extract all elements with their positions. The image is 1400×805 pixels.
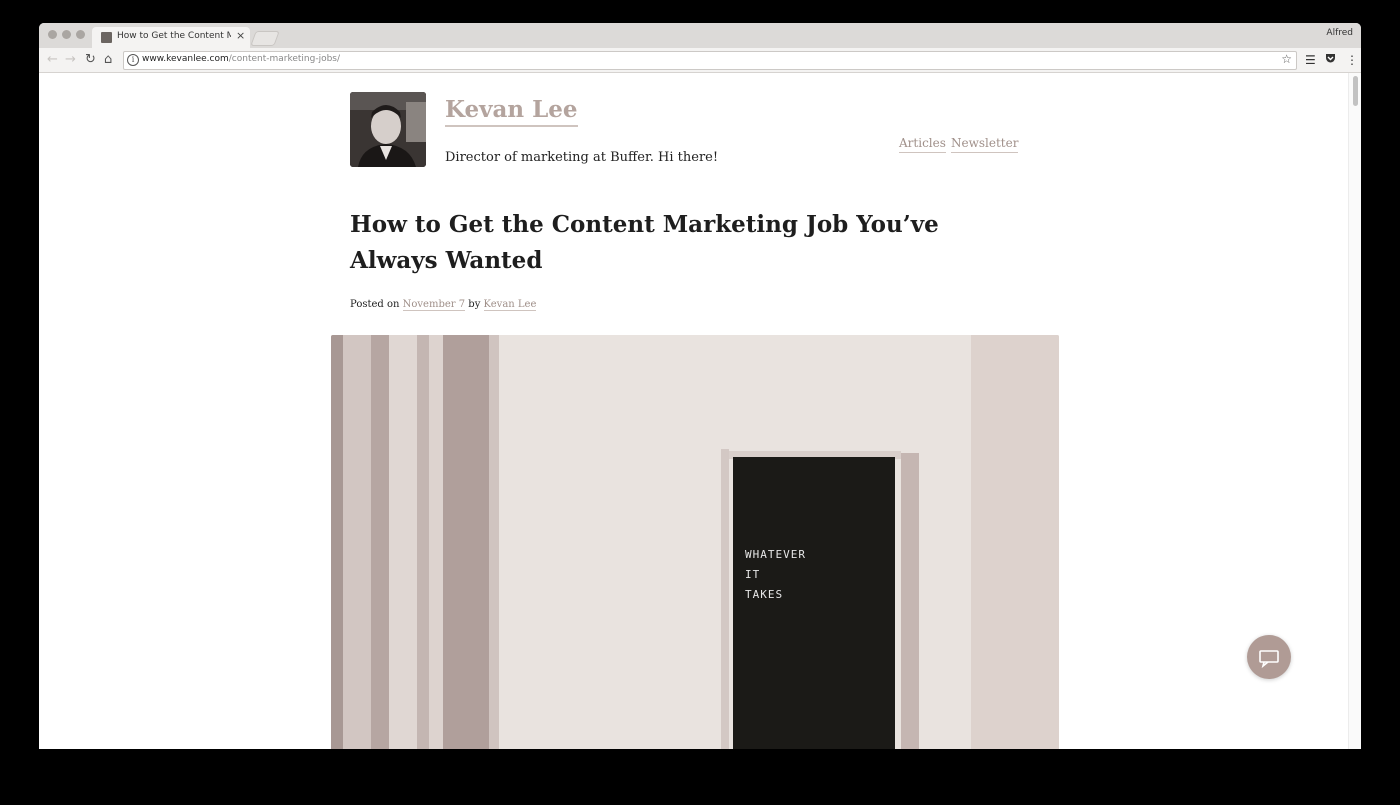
nav-newsletter[interactable]: Newsletter <box>951 135 1019 153</box>
url-path: /content-marketing-jobs/ <box>228 54 341 64</box>
window-maximize-button[interactable] <box>76 30 85 39</box>
post-meta: Posted on November 7 by Kevan Lee <box>350 299 537 311</box>
page-content: Kevan Lee Director of marketing at Buffe… <box>39 73 1361 749</box>
site-tagline: Director of marketing at Buffer. Hi ther… <box>445 150 719 165</box>
bookmark-star-icon[interactable]: ☆ <box>1281 52 1292 66</box>
url-domain: www.kevanlee.com <box>142 54 229 64</box>
url-text[interactable]: www.kevanlee.com/content-marketing-jobs/ <box>142 54 340 64</box>
door-text-line: TAKES <box>745 588 784 601</box>
browser-toolbar: ← → ↻ ⌂ i www.kevanlee.com/content-marke… <box>39 48 1361 73</box>
reload-icon[interactable]: ↻ <box>85 52 96 68</box>
back-arrow-icon[interactable]: ← <box>47 52 58 68</box>
pocket-icon[interactable] <box>1325 52 1336 68</box>
nav-articles[interactable]: Articles <box>899 135 946 153</box>
tab-title: How to Get the Content Marketing Jobs <box>117 31 231 41</box>
tab-close-icon[interactable]: × <box>236 29 245 42</box>
site-name[interactable]: Kevan Lee <box>445 95 578 127</box>
buffer-icon[interactable]: ☰ <box>1305 52 1316 68</box>
hero-image: WHATEVER IT TAKES <box>331 335 1059 749</box>
door-text-line: WHATEVER <box>745 548 806 561</box>
favicon-icon <box>101 32 112 43</box>
tab-active[interactable]: How to Get the Content Marketing Jobs × <box>92 27 250 48</box>
new-tab-button[interactable] <box>250 31 280 46</box>
hero-illustration <box>331 335 1059 749</box>
chat-fab-button[interactable] <box>1247 635 1291 679</box>
door-sign-text: WHATEVER IT TAKES <box>745 545 806 605</box>
browser-window: How to Get the Content Marketing Jobs × … <box>39 23 1361 749</box>
home-icon[interactable]: ⌂ <box>104 52 112 68</box>
author-avatar[interactable] <box>350 92 426 167</box>
window-close-button[interactable] <box>48 30 57 39</box>
post-date-link[interactable]: November 7 <box>402 299 466 311</box>
page-scrollbar[interactable] <box>1348 73 1361 749</box>
door-text-line: IT <box>745 568 761 581</box>
posted-on-label: Posted on <box>350 299 400 310</box>
address-bar[interactable]: i www.kevanlee.com/content-marketing-job… <box>123 51 1297 70</box>
info-icon[interactable]: i <box>127 54 139 66</box>
profile-name[interactable]: Alfred <box>1326 28 1353 38</box>
post-title: How to Get the Content Marketing Job You… <box>350 211 939 274</box>
scrollbar-thumb[interactable] <box>1353 76 1358 106</box>
post-author-link[interactable]: Kevan Lee <box>483 299 537 311</box>
tab-bar: How to Get the Content Marketing Jobs × … <box>39 23 1361 48</box>
window-minimize-button[interactable] <box>62 30 71 39</box>
forward-arrow-icon[interactable]: → <box>65 52 76 68</box>
chat-bubble-icon <box>1259 650 1279 669</box>
menu-dots-icon[interactable]: ⋮ <box>1346 52 1358 68</box>
by-label: by <box>468 299 481 310</box>
